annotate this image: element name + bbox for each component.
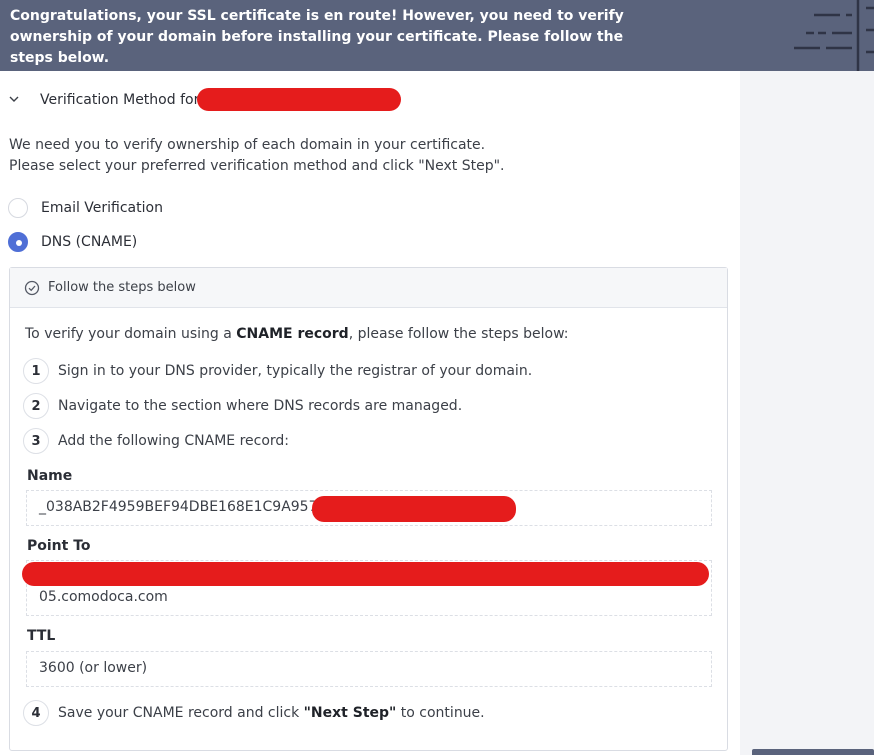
cname-instructions: To verify your domain using a CNAME reco… [25, 326, 568, 342]
steps-panel: Follow the steps below To verify your do… [9, 267, 728, 751]
intro-text: We need you to verify ownership of each … [9, 135, 504, 177]
verification-method-header[interactable]: Verification Method for [0, 71, 740, 127]
method-dns-option[interactable]: DNS (CNAME) [8, 231, 137, 253]
step-number: 3 [23, 428, 49, 454]
point-to-field-label: Point To [27, 538, 91, 554]
dns-cname-radio[interactable] [8, 232, 28, 252]
dns-cname-label[interactable]: DNS (CNAME) [41, 234, 137, 250]
step-text: Save your CNAME record and click "Next S… [58, 705, 485, 721]
steps-panel-title: Follow the steps below [48, 280, 196, 295]
step-number: 2 [23, 393, 49, 419]
check-circle-icon [24, 280, 40, 295]
step-2: 2 Navigate to the section where DNS reco… [23, 393, 462, 419]
email-verification-radio[interactable] [8, 198, 28, 218]
redacted-name-suffix [312, 496, 516, 522]
step-4-bold: "Next Step" [303, 705, 397, 721]
decorative-lines-icon [794, 0, 874, 71]
intro-line-1: We need you to verify ownership of each … [9, 137, 486, 153]
redacted-point-to-prefix [22, 562, 709, 586]
step-4-prefix: Save your CNAME record and click [58, 705, 304, 721]
next-step-button-edge[interactable] [752, 749, 874, 755]
redacted-domain [197, 88, 401, 111]
point-to-value-text[interactable]: 05.comodoca.com [39, 589, 168, 605]
email-verification-label[interactable]: Email Verification [41, 200, 163, 216]
method-email-option[interactable]: Email Verification [8, 197, 163, 219]
verification-card: Verification Method for We need you to v… [0, 71, 740, 755]
ttl-value-text[interactable]: 3600 (or lower) [39, 660, 147, 676]
step-text: Navigate to the section where DNS record… [58, 398, 463, 414]
ttl-field-value[interactable]: 3600 (or lower) [26, 651, 712, 687]
name-value-text[interactable]: _038AB2F4959BEF94DBE168E1C9A95716 [39, 499, 335, 515]
step-4: 4 Save your CNAME record and click "Next… [23, 700, 485, 726]
lead-bold: CNAME record [236, 326, 349, 342]
ttl-field-label: TTL [27, 628, 56, 644]
step-number: 4 [23, 700, 49, 726]
step-4-suffix: to continue. [396, 705, 485, 721]
lead-prefix: To verify your domain using a [25, 326, 237, 342]
verification-method-title: Verification Method for [40, 92, 200, 108]
steps-panel-header: Follow the steps below [10, 268, 727, 308]
step-3: 3 Add the following CNAME record: [23, 428, 289, 454]
lead-suffix: , please follow the steps below: [348, 326, 569, 342]
chevron-down-icon[interactable] [8, 93, 20, 105]
intro-line-2: Please select your preferred verificatio… [9, 158, 505, 174]
step-text: Sign in to your DNS provider, typically … [58, 363, 533, 379]
notification-banner: Congratulations, your SSL certificate is… [0, 0, 874, 71]
step-number: 1 [23, 358, 49, 384]
step-1: 1 Sign in to your DNS provider, typicall… [23, 358, 532, 384]
name-field-label: Name [27, 468, 73, 484]
banner-message: Congratulations, your SSL certificate is… [10, 8, 624, 66]
step-text: Add the following CNAME record: [58, 433, 290, 449]
